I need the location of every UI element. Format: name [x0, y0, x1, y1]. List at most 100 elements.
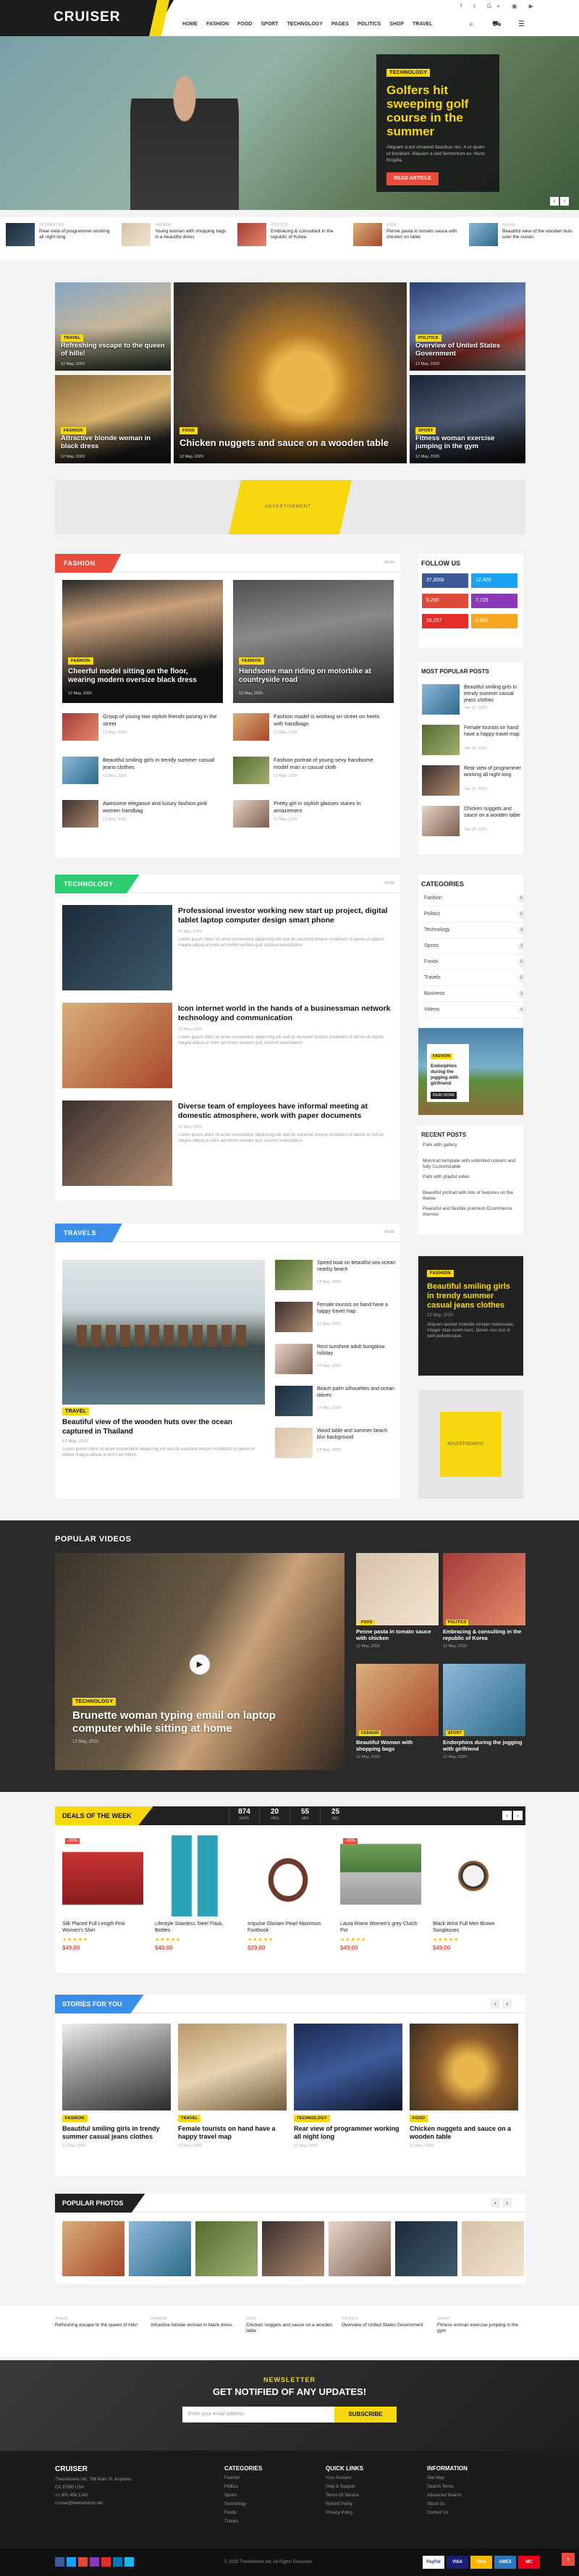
- gallery-photo[interactable]: [195, 2221, 258, 2276]
- strip-title[interactable]: Chicken nuggets and sauce on a wooden ta…: [246, 2323, 333, 2334]
- ad-banner[interactable]: ADVERTISEMENT: [55, 480, 525, 534]
- footer-link[interactable]: Search Terms: [427, 2485, 454, 2489]
- popular-thumb[interactable]: [422, 725, 460, 755]
- video-thumb[interactable]: [356, 1553, 439, 1625]
- featured-tag[interactable]: FASHION: [61, 427, 86, 434]
- recent-post-link[interactable]: Peaceful and flexible premium Ecommerce …: [423, 1206, 520, 1218]
- fashion-more-link[interactable]: more: [384, 560, 394, 565]
- ticker-thumb[interactable]: [6, 223, 35, 246]
- fashion-list-title[interactable]: Group of young two stylish friends posin…: [103, 713, 219, 728]
- story-tag[interactable]: FOOD: [410, 2115, 428, 2122]
- travels-list-thumb[interactable]: [275, 1428, 313, 1458]
- video-title[interactable]: Endorphins during the jogging with girlf…: [443, 1739, 524, 1752]
- featured-title[interactable]: Fitness woman exercise jumping in the gy…: [415, 434, 520, 450]
- video-title[interactable]: Penne pasta in tomato sauce with chicken: [356, 1628, 437, 1641]
- video-tag[interactable]: FASHION: [359, 1730, 381, 1736]
- photos-next-button[interactable]: ›: [502, 2198, 512, 2207]
- popular-thumb[interactable]: [422, 765, 460, 796]
- technology-thumb[interactable]: [62, 1003, 172, 1088]
- gallery-photo[interactable]: [395, 2221, 457, 2276]
- story-image[interactable]: [62, 2024, 171, 2110]
- popular-thumb[interactable]: [422, 684, 460, 715]
- technology-title[interactable]: Professional investor working new start …: [178, 906, 395, 925]
- footer-link[interactable]: Contact Us: [427, 2511, 449, 2515]
- product-image[interactable]: [340, 1835, 421, 1916]
- ticker-thumb[interactable]: [122, 223, 151, 246]
- gallery-photo[interactable]: [462, 2221, 524, 2276]
- instagram-icon[interactable]: [90, 2557, 99, 2567]
- fashion-list-thumb[interactable]: [233, 757, 269, 784]
- facebook-follow-button[interactable]: 37,800k: [422, 573, 468, 588]
- story-tag[interactable]: TECHNOLOGY: [294, 2115, 330, 2122]
- product-card[interactable]: -20% Silk Placed Full Length Pink Women's…: [62, 1835, 143, 1955]
- technology-title[interactable]: Diverse team of employees have informal …: [178, 1102, 395, 1121]
- story-tag[interactable]: TRAVEL: [178, 2115, 201, 2122]
- strip-category[interactable]: SPORT: [437, 2317, 449, 2321]
- featured-tag[interactable]: SPORT: [415, 427, 436, 434]
- product-image[interactable]: [155, 1835, 236, 1916]
- photos-prev-button[interactable]: ‹: [491, 2198, 500, 2207]
- nav-home[interactable]: HOME: [182, 22, 198, 30]
- travels-list-title[interactable]: Beach palm silhouettes and ocean waves: [317, 1386, 397, 1399]
- fashion-list-title[interactable]: Fashion portrait of young sexy handsome …: [274, 757, 389, 771]
- gallery-photo[interactable]: [62, 2221, 124, 2276]
- google-icon[interactable]: [78, 2557, 88, 2567]
- story-title[interactable]: Beautiful smiling girls in trendy summer…: [62, 2125, 171, 2141]
- featured-tag[interactable]: TRAVEL: [61, 334, 84, 342]
- travels-list-thumb[interactable]: [275, 1344, 313, 1374]
- fashion-list-thumb[interactable]: [233, 713, 269, 741]
- back-to-top-button[interactable]: ↑: [562, 2553, 575, 2566]
- fashion-list-thumb[interactable]: [62, 713, 98, 741]
- linkedin-icon[interactable]: [113, 2557, 122, 2567]
- category-item[interactable]: Fashion 6: [424, 891, 525, 906]
- recent-post-link[interactable]: Park with gallery: [423, 1142, 520, 1148]
- ticker-title[interactable]: Rear view of programmer working all nigh…: [39, 229, 114, 240]
- facebook-icon[interactable]: [55, 2557, 64, 2567]
- product-card[interactable]: Impulse Gloriam Pearl Maximum Footbook ★★…: [248, 1835, 329, 1955]
- vimeo-icon[interactable]: [124, 2557, 134, 2567]
- strip-category[interactable]: FASHION: [151, 2317, 166, 2321]
- footer-link[interactable]: Your Account: [326, 2476, 351, 2480]
- video-title[interactable]: Embracing & consulting in the republic o…: [443, 1628, 524, 1641]
- hero-tag[interactable]: TECHNOLOGY: [386, 69, 431, 77]
- nav-travel[interactable]: TRAVEL: [413, 22, 432, 30]
- popular-title[interactable]: Chicken nuggets and sauce on a wooden ta…: [464, 806, 522, 819]
- category-item[interactable]: Politics 5: [424, 906, 525, 922]
- story-title[interactable]: Rear view of programmer working all nigh…: [294, 2125, 402, 2141]
- product-name[interactable]: Silk Placed Full Length Pink Women's Shi…: [62, 1921, 143, 1934]
- travels-list-title[interactable]: Rest sunshine adult bungalow holiday: [317, 1344, 397, 1357]
- instagram-follow-button[interactable]: 7,725: [471, 594, 517, 608]
- deals-next-button[interactable]: ›: [513, 1811, 523, 1820]
- fashion-list-thumb[interactable]: [62, 800, 98, 828]
- footer-link[interactable]: Foods: [224, 2511, 237, 2515]
- fashion-main-tag[interactable]: FASHION: [239, 657, 264, 665]
- travels-list-thumb[interactable]: [275, 1386, 313, 1416]
- gallery-photo[interactable]: [329, 2221, 391, 2276]
- google-follow-button[interactable]: 5,200: [422, 594, 468, 608]
- video-main-title[interactable]: Brunette woman typing email on laptop co…: [72, 1709, 290, 1735]
- popular-title[interactable]: Female tourists on hand have a happy tra…: [464, 725, 522, 738]
- fashion-main-title[interactable]: Cheerful model sitting on the floor, wea…: [68, 668, 217, 685]
- promo-title[interactable]: Endorphins during the jogging with girlf…: [431, 1064, 465, 1087]
- menu-icon[interactable]: ☰: [518, 20, 525, 28]
- recent-post-link[interactable]: Park with playful video: [423, 1174, 520, 1180]
- stories-next-button[interactable]: ›: [502, 1999, 512, 2008]
- fashion-list-thumb[interactable]: [62, 757, 98, 784]
- category-item[interactable]: Business 3: [424, 986, 525, 1002]
- footer-link[interactable]: Sports: [224, 2493, 237, 2498]
- fashion-list-title[interactable]: Beautiful smiling girls in trendy summer…: [103, 757, 219, 771]
- footer-link[interactable]: Refund Policy: [326, 2502, 352, 2506]
- travels-list-title[interactable]: Wood table and summer beach blur backgro…: [317, 1428, 397, 1441]
- nav-shop[interactable]: SHOP: [389, 22, 404, 30]
- ticker-thumb[interactable]: [237, 223, 266, 246]
- ticker-title[interactable]: Beautiful view of the wooden huts over t…: [502, 229, 578, 240]
- video-thumb[interactable]: [443, 1664, 525, 1736]
- story-title[interactable]: Chicken nuggets and sauce on a wooden ta…: [410, 2125, 518, 2141]
- twitter-icon[interactable]: [67, 2557, 76, 2567]
- featured-tag[interactable]: POLITICS: [415, 334, 441, 342]
- travels-list-thumb[interactable]: [275, 1260, 313, 1290]
- featured-title[interactable]: Refreshing escape to the queen of hills!: [61, 342, 165, 358]
- ticker-thumb[interactable]: [469, 223, 498, 246]
- category-item[interactable]: Foods 5: [424, 954, 525, 970]
- twitter-follow-button[interactable]: 12,400: [471, 573, 517, 588]
